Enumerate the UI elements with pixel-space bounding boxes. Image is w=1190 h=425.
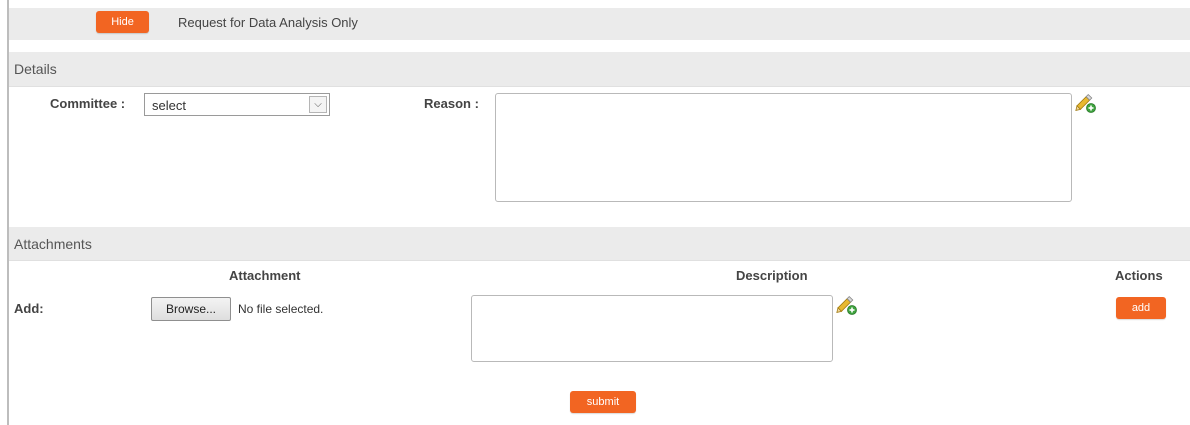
description-textarea[interactable] [471, 295, 833, 362]
details-title: Details [14, 61, 57, 77]
details-section-header: Details [9, 52, 1190, 87]
attachments-title: Attachments [14, 236, 92, 252]
hide-button[interactable]: Hide [96, 11, 149, 33]
reason-textarea[interactable] [495, 93, 1072, 202]
chevron-down-icon[interactable]: ⌵ [309, 96, 327, 113]
committee-label: Committee : [50, 96, 126, 111]
add-row-label: Add: [14, 301, 44, 316]
description-column-header: Description [736, 268, 808, 283]
reason-label: Reason : [424, 96, 479, 111]
committee-select[interactable]: select ⌵ [144, 93, 330, 116]
request-title: Request for Data Analysis Only [178, 15, 358, 30]
actions-column-header: Actions [1115, 268, 1163, 283]
attachment-column-header: Attachment [229, 268, 301, 283]
submit-button[interactable]: submit [570, 391, 636, 413]
pencil-add-icon[interactable] [836, 294, 858, 316]
add-attachment-button[interactable]: add [1116, 297, 1166, 319]
pencil-add-icon[interactable] [1075, 92, 1097, 114]
committee-select-value: select [152, 98, 186, 113]
file-status-text: No file selected. [238, 302, 324, 316]
browse-button[interactable]: Browse... [151, 297, 231, 321]
attachments-section-header: Attachments [9, 227, 1190, 261]
